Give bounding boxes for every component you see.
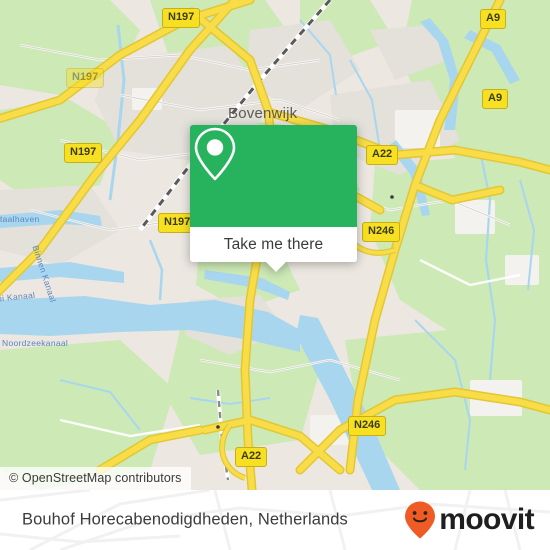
map-canvas[interactable]: Bovenwijk Staalhaven Binnen Kanaal hui K… — [0, 0, 550, 490]
moovit-brand[interactable]: moovit — [403, 500, 535, 540]
highway-shield-n246-bottom: N246 — [348, 416, 387, 436]
footer-bar: Bouhof Horecabenodigdheden, Netherlands … — [0, 490, 550, 550]
highway-shield-n197-left: N197 — [64, 143, 103, 163]
callout-icon-panel — [190, 125, 357, 227]
highway-shield-a9-upper: A9 — [482, 89, 509, 109]
moovit-place-card: Bovenwijk Staalhaven Binnen Kanaal hui K… — [0, 0, 550, 550]
place-title: Bouhof Horecabenodigdheden, Netherlands — [22, 510, 348, 529]
highway-shield-n246-right: N246 — [362, 222, 401, 242]
callout-pointer-tail — [265, 261, 287, 272]
highway-shield-a22-bottom: A22 — [235, 447, 268, 467]
osm-attribution[interactable]: © OpenStreetMap contributors — [0, 467, 191, 490]
highway-shield-a9-top: A9 — [480, 9, 507, 29]
highway-shield-n197-top: N197 — [162, 8, 201, 28]
location-pin-icon — [194, 127, 236, 181]
take-me-there-callout[interactable]: Take me there — [190, 125, 357, 272]
highway-shield-a22-right: A22 — [366, 145, 399, 165]
callout-action-panel[interactable]: Take me there — [190, 227, 357, 262]
moovit-wordmark: moovit — [439, 503, 534, 536]
highway-shield-n197-upperleft: N197 — [66, 68, 105, 88]
moovit-smiley-pin-icon — [405, 501, 436, 539]
callout-action-label: Take me there — [223, 235, 324, 253]
